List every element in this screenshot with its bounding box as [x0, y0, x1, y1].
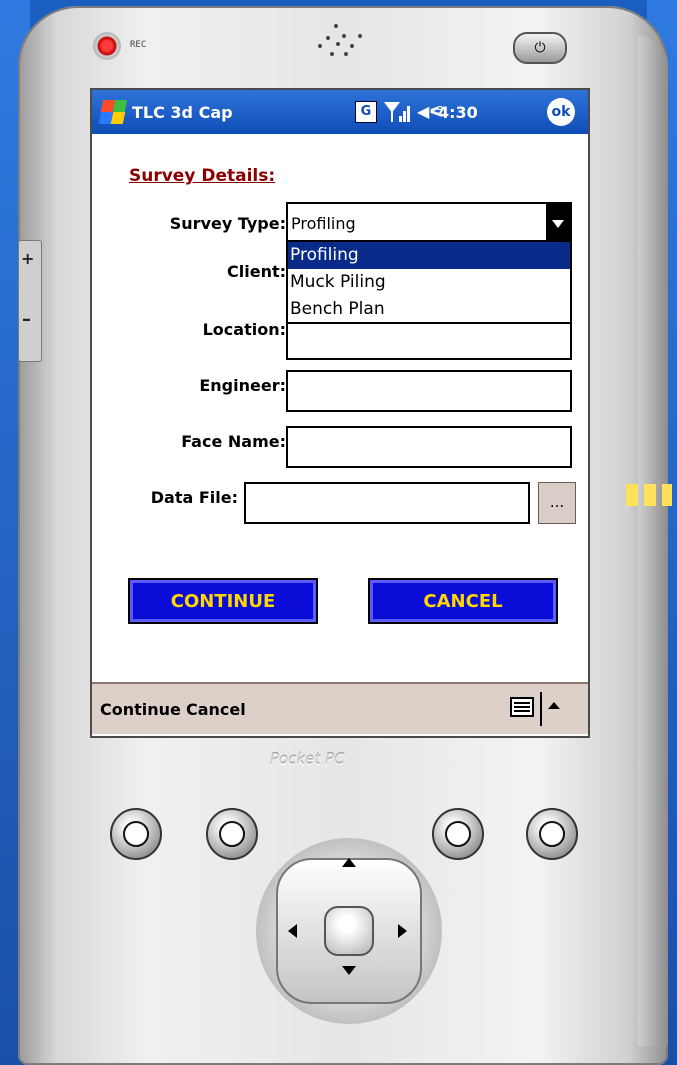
- survey-type-dropdown-list: Profiling Muck Piling Bench Plan: [286, 240, 572, 324]
- power-icon: ⏻: [534, 40, 546, 56]
- engineer-field[interactable]: [286, 370, 572, 412]
- volume-up-icon[interactable]: +: [21, 249, 34, 268]
- cancel-button-label: CANCEL: [423, 590, 503, 612]
- menu-divider: [540, 692, 542, 726]
- nav-up-icon[interactable]: [342, 858, 356, 867]
- title-bar: TLC 3d Cap G ◀ᕙ 4:30 ok: [92, 90, 588, 134]
- clock[interactable]: 4:30: [438, 103, 478, 122]
- calendar-hardware-button[interactable]: [206, 808, 258, 860]
- face-name-label: Face Name:: [181, 432, 286, 451]
- record-label: REC: [130, 40, 147, 50]
- location-field[interactable]: [286, 322, 572, 360]
- browse-button[interactable]: ...: [538, 482, 576, 524]
- client-label: Client:: [227, 262, 286, 281]
- contacts-icon: [445, 821, 471, 847]
- dropdown-option[interactable]: Bench Plan: [288, 296, 570, 323]
- volume-down-icon[interactable]: –: [22, 309, 31, 330]
- continue-button-label: CONTINUE: [170, 590, 276, 612]
- soft-key-menubar: Continue Cancel: [92, 682, 588, 734]
- continue-button[interactable]: CONTINUE: [128, 578, 318, 624]
- volume-rocker[interactable]: + –: [18, 240, 42, 362]
- start-hardware-button[interactable]: [110, 808, 162, 860]
- contacts-hardware-button[interactable]: [432, 808, 484, 860]
- notification-led: [662, 484, 672, 506]
- notification-led: [626, 484, 638, 506]
- engineer-label: Engineer:: [199, 376, 286, 395]
- nav-left-icon[interactable]: [288, 924, 297, 938]
- ok-button[interactable]: ok: [547, 98, 575, 126]
- device-right-edge: [638, 36, 668, 1046]
- mail-icon: [539, 821, 565, 847]
- messaging-hardware-button[interactable]: [526, 808, 578, 860]
- device-screen: TLC 3d Cap G ◀ᕙ 4:30 ok Survey Details: …: [90, 88, 590, 738]
- data-file-label: Data File:: [150, 488, 238, 507]
- windows-start-icon[interactable]: [98, 98, 128, 126]
- chevron-down-icon[interactable]: [546, 204, 570, 242]
- keyboard-icon[interactable]: [510, 697, 534, 717]
- windows-icon: [123, 821, 149, 847]
- record-button[interactable]: [93, 32, 121, 60]
- device-brand-logo: Pocket PC: [270, 750, 345, 768]
- page-title: Survey Details:: [129, 166, 276, 186]
- dropdown-option[interactable]: Muck Piling: [288, 269, 570, 296]
- speaker-grille-icon: [308, 24, 368, 64]
- nav-down-icon[interactable]: [342, 966, 356, 975]
- menu-cancel[interactable]: Cancel: [186, 700, 246, 719]
- survey-type-label: Survey Type:: [169, 214, 286, 233]
- navigation-action-button[interactable]: [324, 906, 374, 956]
- power-button[interactable]: ⏻: [513, 32, 567, 64]
- survey-type-select[interactable]: Profiling: [286, 202, 572, 244]
- nav-right-icon[interactable]: [398, 924, 407, 938]
- data-file-field[interactable]: [244, 482, 530, 524]
- notification-led: [644, 484, 656, 506]
- location-label: Location:: [202, 320, 286, 339]
- signal-icon[interactable]: [384, 100, 412, 124]
- menu-continue[interactable]: Continue: [100, 700, 181, 719]
- network-g-icon[interactable]: G: [355, 101, 377, 123]
- calendar-icon: [219, 821, 245, 847]
- cancel-button[interactable]: CANCEL: [368, 578, 558, 624]
- face-name-field[interactable]: [286, 426, 572, 468]
- app-title: TLC 3d Cap: [132, 103, 233, 122]
- survey-type-value: Profiling: [291, 214, 356, 233]
- dropdown-option[interactable]: Profiling: [288, 242, 570, 269]
- sip-up-arrow-icon[interactable]: [548, 702, 560, 709]
